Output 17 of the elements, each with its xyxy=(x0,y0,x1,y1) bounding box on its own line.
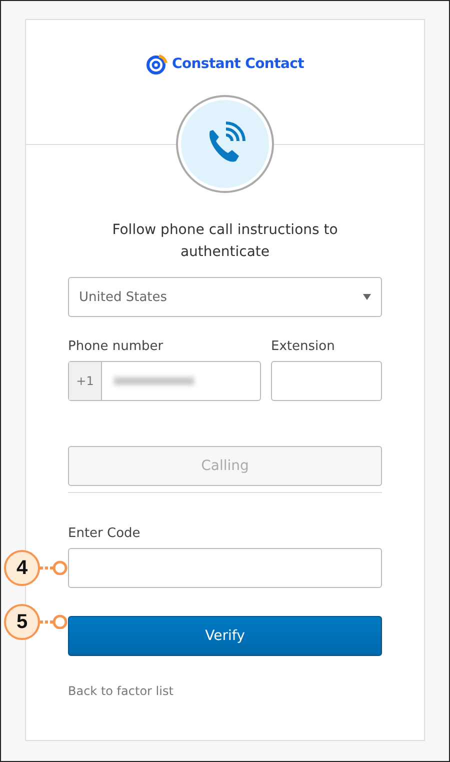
code-field[interactable] xyxy=(68,548,382,588)
logo-icon xyxy=(146,53,168,75)
instructions-heading: Follow phone call instructions to authenticate xyxy=(111,221,339,262)
field-label: Enter Code xyxy=(68,526,142,541)
field-label: Phone number xyxy=(68,339,164,354)
logo-text: Constant Contact xyxy=(172,56,304,72)
country-select[interactable]: United States xyxy=(68,277,382,317)
callout-number: 4 xyxy=(4,550,40,586)
verify-button[interactable]: Verify xyxy=(68,616,382,656)
callout-leader xyxy=(40,561,68,575)
caret-icon xyxy=(363,294,371,300)
phone-field[interactable]: +1 xyxy=(68,361,261,401)
callout-number: 5 xyxy=(4,604,40,640)
field-label: Extension xyxy=(271,339,336,354)
back-link[interactable]: Back to factor list xyxy=(68,684,174,698)
extension-field[interactable] xyxy=(271,361,382,401)
callout-leader xyxy=(40,615,68,629)
